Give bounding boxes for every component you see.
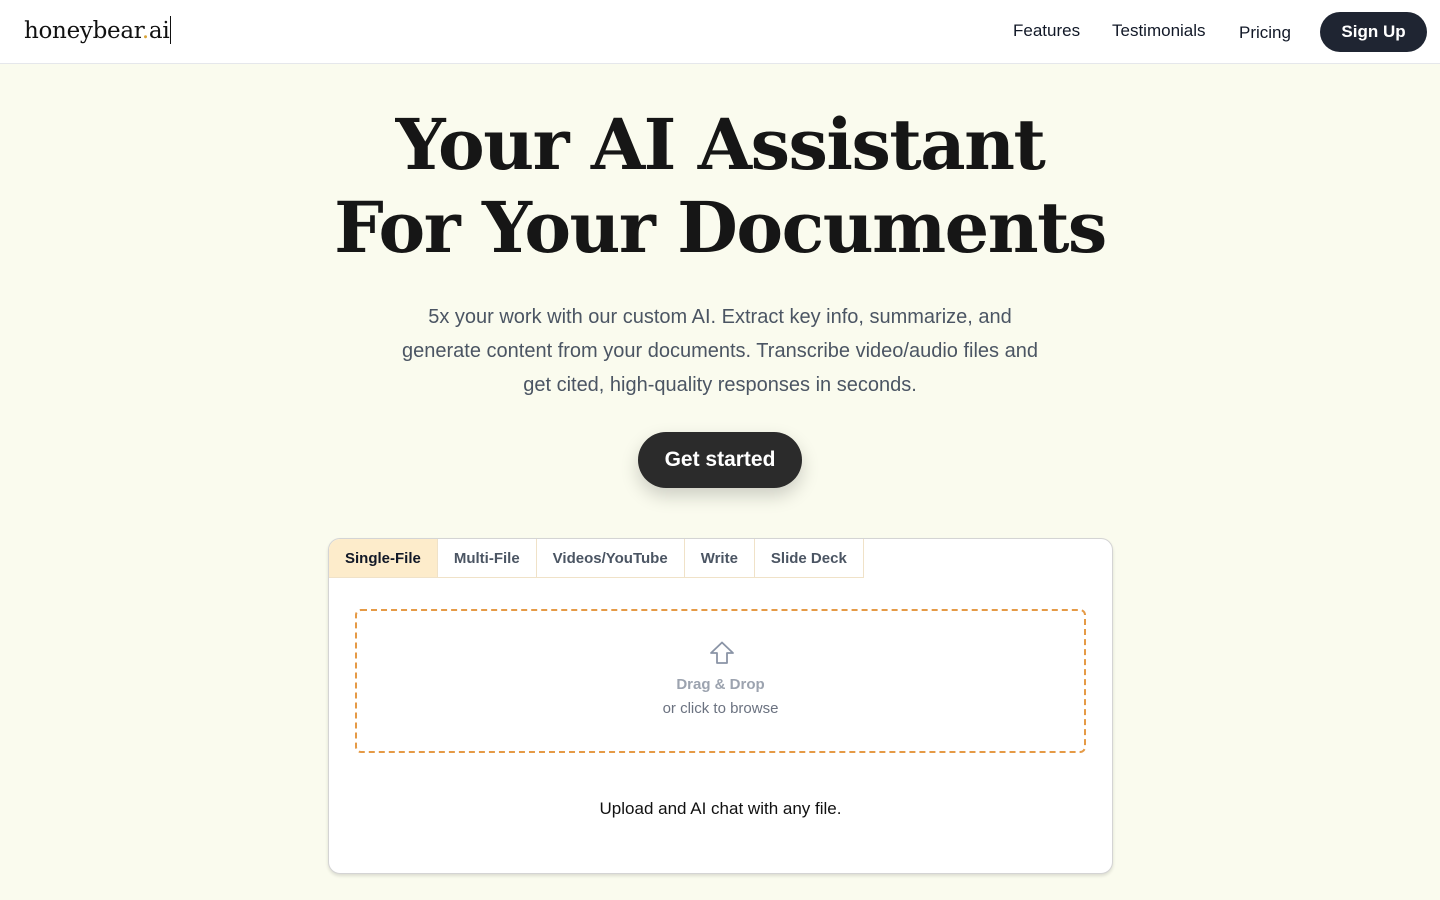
hero-title: Your AI Assistant For Your Documents: [0, 103, 1440, 269]
tab-slide-deck[interactable]: Slide Deck: [754, 539, 864, 578]
logo[interactable]: honeybear.ai: [24, 16, 172, 44]
drop-subtitle: or click to browse: [662, 700, 779, 717]
hero-title-line-1: Your AI Assistant: [395, 103, 1046, 186]
text-caret: [170, 16, 172, 44]
drop-title: Drag & Drop: [676, 676, 765, 693]
nav-link-pricing[interactable]: Pricing: [1239, 23, 1291, 43]
logo-text: honeybear: [24, 18, 142, 44]
nav-link-testimonials[interactable]: Testimonials: [1112, 21, 1206, 41]
hero-title-line-2: For Your Documents: [334, 186, 1107, 269]
tab-single-file[interactable]: Single-File: [329, 539, 438, 578]
logo-suffix: ai: [148, 18, 170, 44]
upload-tabs: Single-File Multi-File Videos/YouTube Wr…: [329, 539, 864, 578]
get-started-button[interactable]: Get started: [638, 432, 802, 488]
tab-multi-file[interactable]: Multi-File: [437, 539, 537, 578]
upload-arrow-icon: [710, 641, 734, 664]
top-navbar: honeybear.ai Features Testimonials Prici…: [0, 0, 1440, 64]
sign-up-button[interactable]: Sign Up: [1320, 12, 1427, 52]
nav-link-features[interactable]: Features: [1013, 21, 1080, 41]
upload-card: Single-File Multi-File Videos/YouTube Wr…: [328, 538, 1113, 874]
logo-dot: .: [141, 18, 149, 44]
file-dropzone[interactable]: Drag & Drop or click to browse: [355, 609, 1086, 753]
upload-caption: Upload and AI chat with any file.: [599, 799, 842, 818]
tab-write[interactable]: Write: [684, 539, 755, 578]
tab-videos-youtube[interactable]: Videos/YouTube: [536, 539, 685, 578]
hero-subtitle: 5x your work with our custom AI. Extract…: [402, 306, 1038, 396]
